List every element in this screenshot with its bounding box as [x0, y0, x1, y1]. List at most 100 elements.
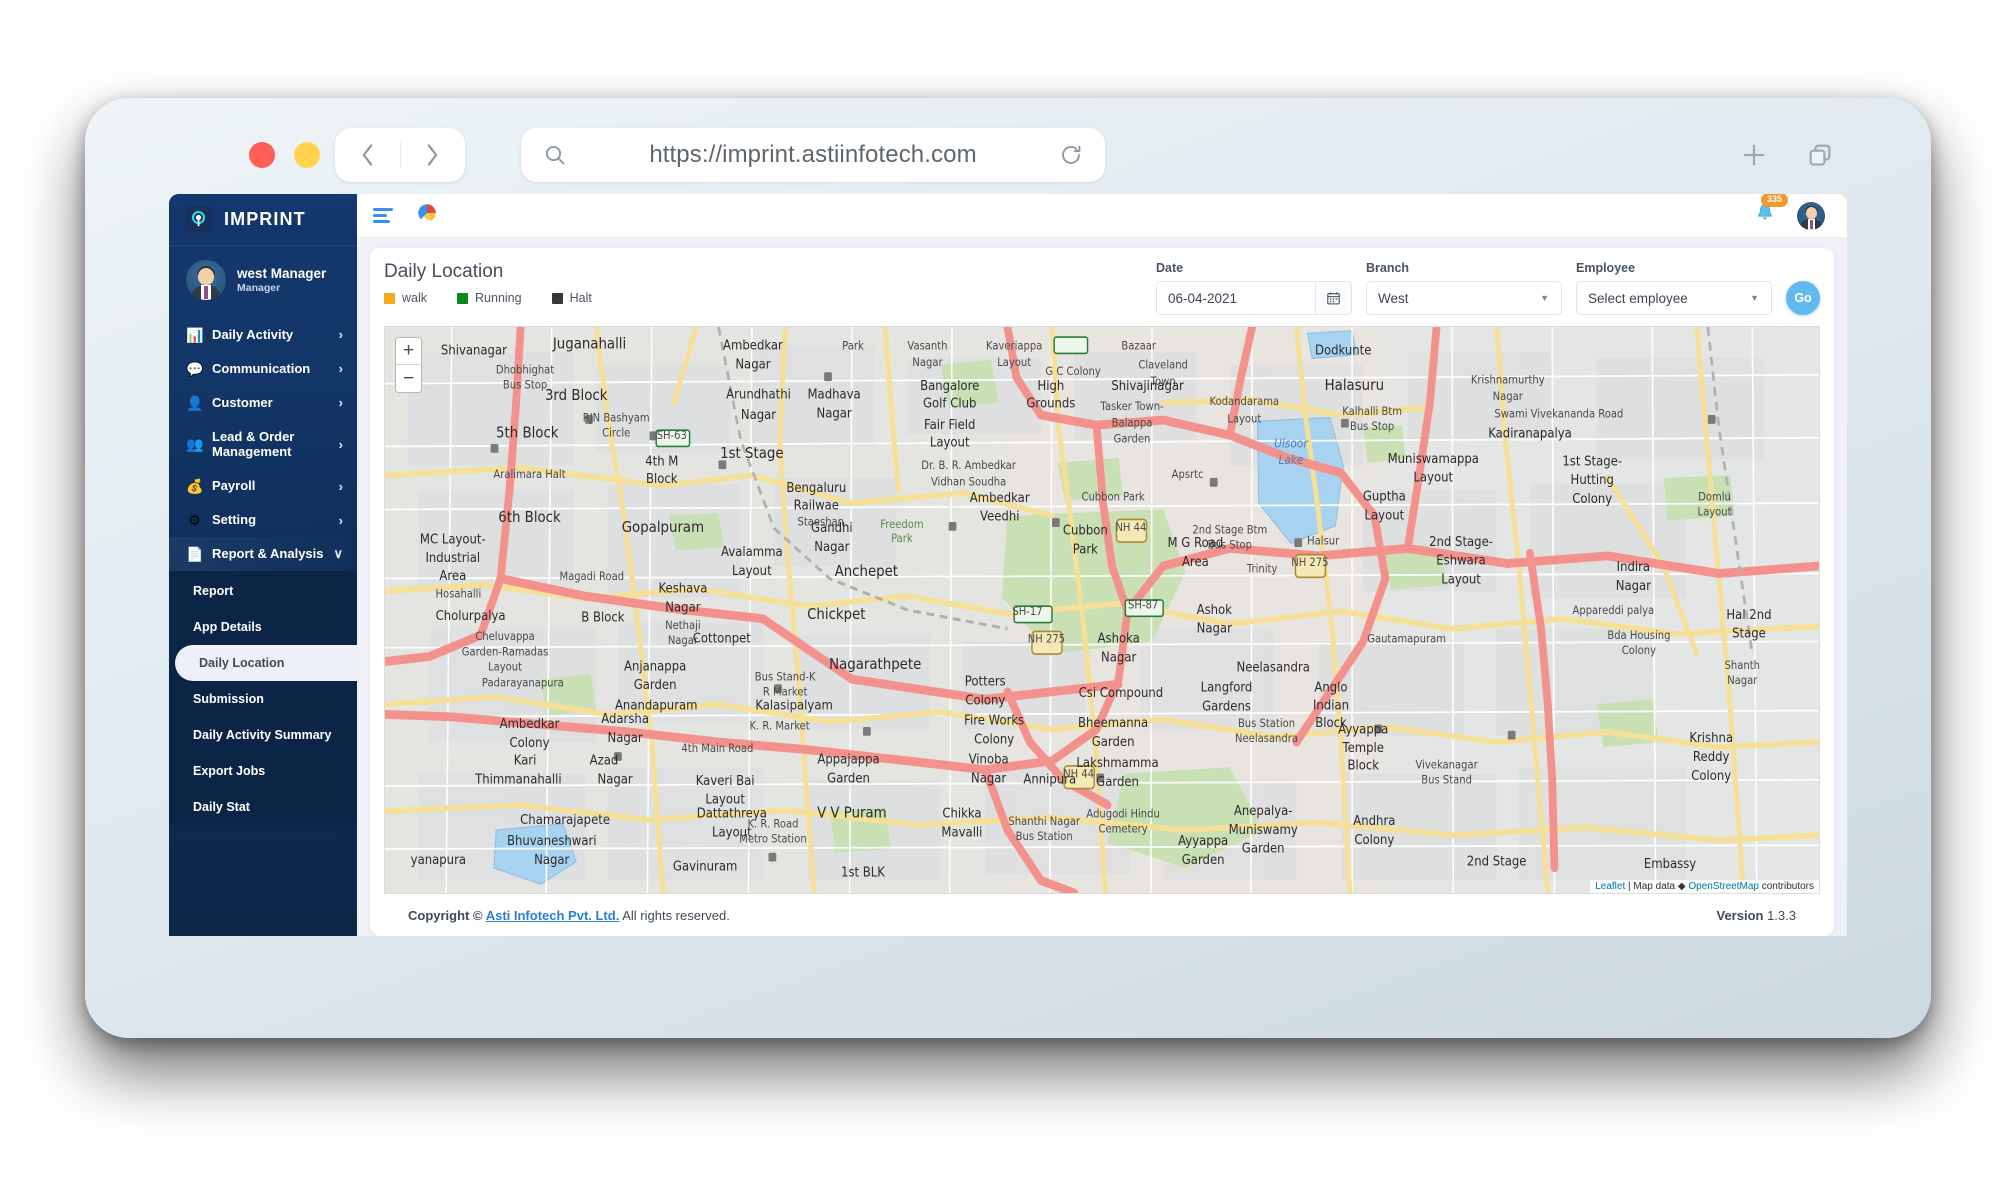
attribution-copyright: ◆ — [1677, 881, 1689, 892]
sidebar-item-setting[interactable]: ⚙ Setting › — [169, 503, 357, 537]
close-window-button[interactable] — [249, 142, 275, 168]
map-label: Juganahalli — [552, 336, 626, 353]
sidebar-subitem-daily-location[interactable]: Daily Location — [175, 645, 357, 682]
map-label: Bus Stand — [1421, 773, 1472, 787]
map-label: SH-63 — [657, 428, 687, 442]
map-label: Eshwara — [1436, 552, 1485, 568]
map-label: 1st BLK — [841, 864, 886, 880]
map-label: Park — [891, 531, 913, 545]
sidebar-item-payroll[interactable]: 💰 Payroll › — [169, 469, 357, 503]
sidebar-item-label: Setting — [212, 512, 257, 528]
sidebar-item-report-analysis[interactable]: 📄 Report & Analysis ∨ — [169, 537, 357, 572]
map-label: Keshava — [658, 580, 707, 596]
sidebar-subitem-app-details[interactable]: App Details — [169, 609, 357, 645]
map-label: Andhra — [1353, 812, 1395, 828]
map-label: Circle — [602, 426, 630, 440]
date-input[interactable]: 06-04-2021 — [1156, 281, 1352, 315]
openstreetmap-link[interactable]: OpenStreetMap — [1688, 881, 1759, 892]
sidebar-brand[interactable]: IMPRINT — [169, 194, 357, 246]
map-label: Layout — [488, 660, 522, 674]
back-button[interactable] — [335, 128, 400, 182]
copyright-text: Copyright © Asti Infotech Pvt. Ltd. All … — [408, 908, 1716, 923]
forward-button[interactable] — [401, 128, 466, 182]
map-label: Cubbon — [1063, 522, 1108, 538]
map-label: Swami Vivekananda Road — [1494, 407, 1623, 421]
zoom-in-button[interactable]: + — [396, 338, 421, 365]
sidebar-subitem-export-jobs[interactable]: Export Jobs — [169, 753, 357, 789]
sidebar-item-communication[interactable]: 💬 Communication › — [169, 352, 357, 386]
sidebar-item-daily-activity[interactable]: 📊 Daily Activity › — [169, 318, 357, 352]
map-label: Adugodi Hindu — [1086, 807, 1159, 821]
map-label: Nagar — [1727, 674, 1758, 688]
map-label: Anepalya- — [1234, 802, 1293, 818]
map-label: Nagar — [1616, 577, 1652, 593]
user-role: Manager — [237, 282, 281, 295]
user-avatar[interactable] — [1797, 201, 1825, 230]
calendar-picker-button[interactable] — [1315, 282, 1351, 314]
map-label: Freedom — [880, 518, 923, 532]
sidebar-item-lead-order-management[interactable]: 👥 Lead & Order Management › — [169, 420, 357, 470]
date-filter: Date 06-04-2021 — [1156, 261, 1352, 315]
sidebar-user-profile[interactable]: west Manager Manager — [169, 246, 357, 318]
navigation-buttons — [335, 128, 465, 182]
map-label: Cheluvappa — [475, 630, 534, 644]
chevron-down-icon: ∨ — [333, 546, 343, 562]
plus-icon[interactable] — [1739, 140, 1769, 170]
minimize-window-button[interactable] — [294, 142, 320, 168]
map-label: Dr. B. R. Ambedkar — [921, 459, 1016, 473]
branch-label: Branch — [1366, 261, 1410, 275]
leaflet-link[interactable]: Leaflet — [1595, 881, 1625, 892]
map-label: Vidhan Soudha — [931, 475, 1006, 489]
topbar: 335 — [357, 194, 1847, 238]
company-link[interactable]: Asti Infotech Pvt. Ltd. — [486, 908, 620, 923]
map-label: Block — [1347, 757, 1379, 773]
pie-chart-icon[interactable] — [417, 203, 437, 228]
map-label: 2nd Stage — [1467, 853, 1527, 869]
map-label: Muniswamy — [1229, 821, 1298, 837]
sidebar-item-label: Lead & Order Management — [212, 428, 295, 460]
map-label: Industrial — [425, 549, 480, 565]
map-label: Ambedkar — [970, 489, 1031, 505]
map-label: Metro Station — [739, 832, 806, 846]
sidebar-item-label: Daily Activity — [212, 327, 294, 342]
employee-select[interactable]: Select employee ▼ — [1576, 281, 1772, 315]
map-canvas[interactable]: Shivanagar Juganahalli Ambedkar Nagar Park Va… — [384, 326, 1820, 894]
hamburger-icon[interactable] — [373, 208, 395, 223]
sidebar-item-customer[interactable]: 👤 Customer › — [169, 386, 357, 420]
address-bar[interactable]: https://imprint.astiinfotech.com — [521, 128, 1105, 182]
customer-icon: 👤 — [186, 394, 204, 411]
tabs-icon[interactable] — [1805, 140, 1835, 170]
chevron-right-icon: › — [338, 478, 343, 494]
map-label: yanapura — [411, 851, 466, 867]
zoom-out-button[interactable]: − — [396, 365, 421, 392]
map-label: Layout — [1698, 505, 1732, 519]
reload-icon[interactable] — [1059, 143, 1083, 167]
sidebar-subitem-daily-activity-summary[interactable]: Daily Activity Summary — [169, 717, 357, 753]
daily-activity-icon: 📊 — [186, 326, 204, 343]
page-title: Daily Location — [384, 261, 504, 282]
map-label: Mavalli — [941, 824, 982, 840]
sidebar-subitem-report[interactable]: Report — [169, 573, 357, 609]
sidebar-subitem-submission[interactable]: Submission — [169, 681, 357, 717]
notifications-button[interactable]: 335 — [1755, 194, 1789, 229]
map-label: 1st Stage- — [1562, 453, 1622, 469]
copyright-prefix: Copyright © — [408, 907, 486, 923]
map-label: Nagar — [1101, 649, 1137, 665]
sidebar-item-label: Report & Analysis — [212, 546, 324, 562]
map-label: Neelasandra — [1235, 731, 1298, 745]
map-label: Layout — [1365, 507, 1405, 523]
branch-select[interactable]: West ▼ — [1366, 281, 1562, 315]
sidebar-subitem-daily-stat[interactable]: Daily Stat — [169, 789, 357, 825]
map-label: Arundhathi — [726, 386, 791, 402]
map-label: Shivajinagar — [1111, 377, 1184, 393]
communication-icon: 💬 — [186, 360, 204, 377]
map-label: Gopalpuram — [622, 519, 704, 536]
gear-icon: ⚙ — [188, 512, 201, 529]
map-label: Kaveriappa — [986, 339, 1042, 353]
map-label: Gandhi — [811, 519, 853, 535]
map-label: Colony — [510, 734, 550, 750]
map-label: SH-87 — [1128, 598, 1158, 612]
go-button[interactable]: Go — [1786, 281, 1820, 315]
map-label: Vasanth — [907, 339, 947, 353]
map-label: Magadi Road — [559, 569, 624, 583]
